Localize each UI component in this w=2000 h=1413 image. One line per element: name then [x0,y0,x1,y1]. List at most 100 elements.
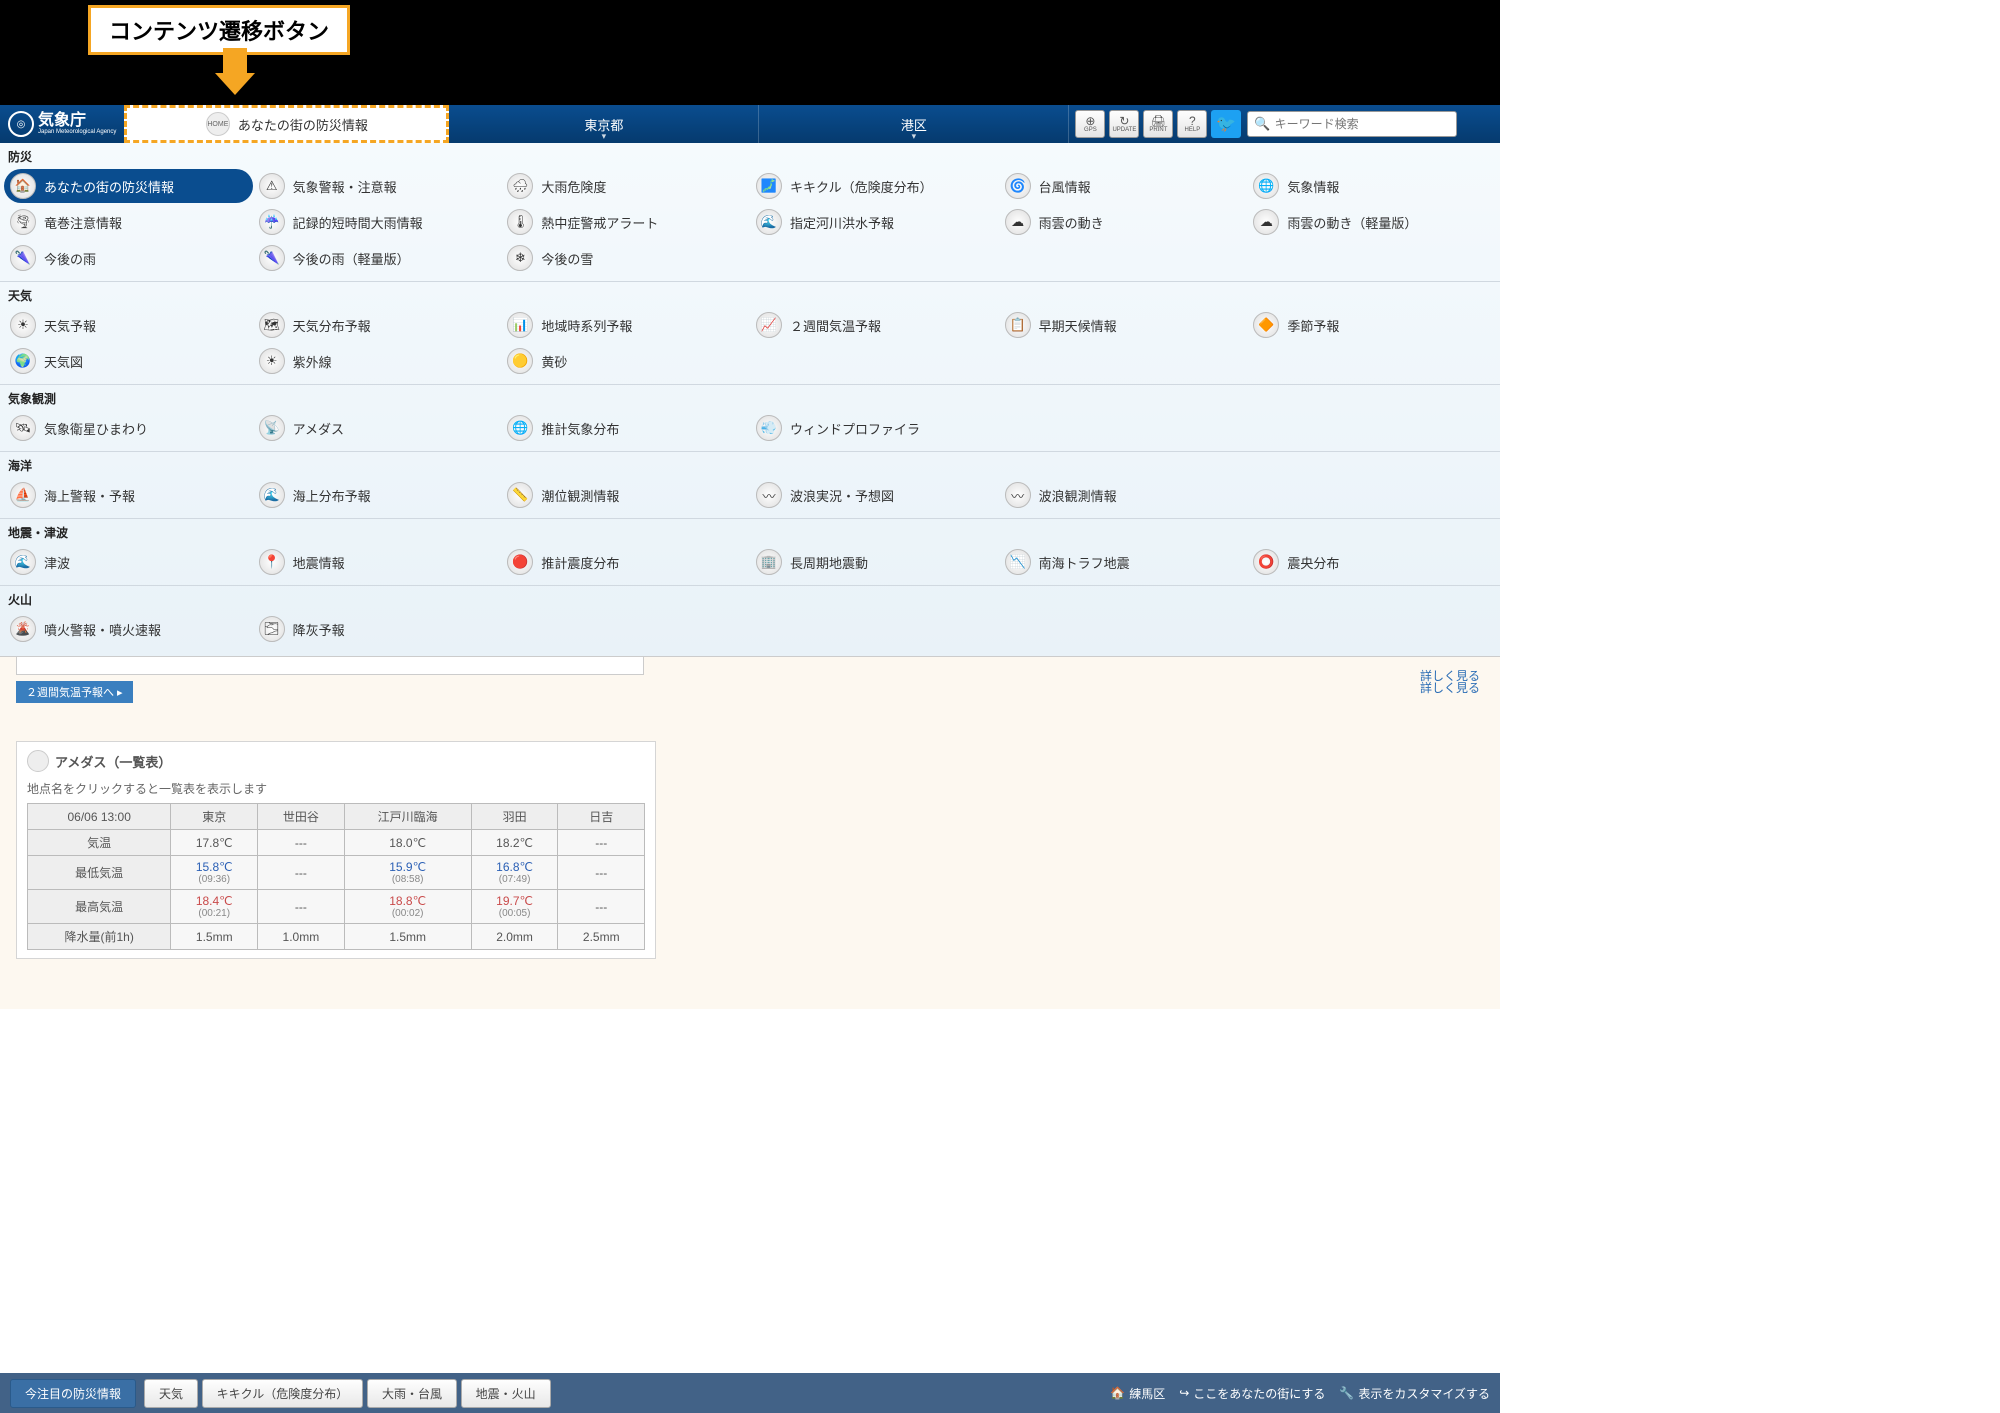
menu-item-icon: 📡 [259,415,285,441]
tab-home[interactable]: HOME あなたの街の防災情報 [124,105,449,143]
table-cell: 19.7℃(00:05) [471,890,558,924]
table-location-header[interactable]: 江戸川臨海 [344,804,471,830]
menu-item[interactable]: 📊地域時系列予報 [501,308,750,342]
footer-location[interactable]: 🏠練馬区 [1110,1385,1165,1402]
logo-icon: ◎ [8,111,34,137]
menu-item[interactable]: ⚠気象警報・注意報 [253,169,502,203]
menu-item[interactable]: 📈２週間気温予報 [750,308,999,342]
table-location-header[interactable]: 日吉 [558,804,645,830]
print-button[interactable]: 🖨PRINT [1143,110,1173,138]
menu-item[interactable]: 🌀台風情報 [999,169,1248,203]
menu-item-label: 波浪実況・予想図 [790,486,894,505]
menu-item[interactable]: 🗾キキクル（危険度分布） [750,169,999,203]
menu-item[interactable]: 🌂今後の雨 [4,241,253,275]
table-cell: --- [258,856,344,890]
menu-item[interactable]: ☁雨雲の動き [999,205,1248,239]
callout-label: コンテンツ遷移ボタン [88,5,350,55]
menu-item[interactable]: ☔記録的短時間大雨情報 [253,205,502,239]
menu-item[interactable]: 🌡熱中症警戒アラート [501,205,750,239]
menu-item[interactable]: 〰波浪実況・予想図 [750,478,999,512]
menu-item[interactable]: ☀紫外線 [253,344,502,378]
amedas-title: アメダス（一覧表） [55,752,171,771]
menu-item[interactable]: 🌂今後の雨（軽量版） [253,241,502,275]
footer-primary-button[interactable]: 今注目の防災情報 [10,1379,136,1408]
menu-item[interactable]: 📋早期天候情報 [999,308,1248,342]
menu-item[interactable]: 🌊海上分布予報 [253,478,502,512]
section-title: 海洋 [0,452,1500,476]
update-button[interactable]: ↻UPDATE [1109,110,1139,138]
gps-icon: ⊕ [1085,115,1095,127]
menu-item-label: 大雨危険度 [541,177,606,196]
menu-item[interactable]: 🌪竜巻注意情報 [4,205,253,239]
menu-item[interactable]: 🗺天気分布予報 [253,308,502,342]
menu-item[interactable]: 🏠あなたの街の防災情報 [4,169,253,203]
menu-item[interactable]: ☁雨雲の動き（軽量版） [1247,205,1496,239]
table-row: 最低気温15.8℃(09:36)---15.9℃(08:58)16.8℃(07:… [28,856,645,890]
table-cell: 18.2℃ [471,830,558,856]
table-cell: --- [258,890,344,924]
menu-item-label: 推計気象分布 [541,419,619,438]
menu-item-label: 推計震度分布 [541,553,619,572]
footer-button[interactable]: 天気 [144,1379,198,1408]
menu-item[interactable]: ⛵海上警報・予報 [4,478,253,512]
update-icon: ↻ [1119,115,1129,127]
menu-item-icon: 🗾 [756,173,782,199]
logo[interactable]: ◎ 気象庁 Japan Meteorological Agency [0,105,124,143]
menu-item[interactable]: 🔶 季節予報 [1247,308,1496,342]
footer-customize[interactable]: 🔧表示をカスタマイズする [1339,1385,1490,1402]
menu-item[interactable]: 🌧大雨危険度 [501,169,750,203]
two-week-forecast-link[interactable]: ２週間気温予報へ [16,681,133,703]
menu-item[interactable]: 🛰気象衛星ひまわり [4,411,253,445]
menu-item[interactable]: 🌊指定河川洪水予報 [750,205,999,239]
table-cell: 18.4℃(00:21) [171,890,258,924]
menu-item[interactable]: 💨ウィンドプロファイラ [750,411,999,445]
menu-item[interactable]: 🟡黄砂 [501,344,750,378]
menu-item-icon: ☔ [259,209,285,235]
home-icon: 🏠 [1110,1386,1125,1400]
menu-item[interactable]: ☀天気予報 [4,308,253,342]
menu-item[interactable]: 🌐推計気象分布 [501,411,750,445]
footer-button[interactable]: 大雨・台風 [367,1379,457,1408]
row-label: 気温 [28,830,171,856]
menu-item[interactable]: 📏潮位観測情報 [501,478,750,512]
table-location-header[interactable]: 羽田 [471,804,558,830]
menu-item[interactable]: 📍地震情報 [253,545,502,579]
menu-item[interactable]: 〰波浪観測情報 [999,478,1248,512]
menu-item[interactable]: 🌊津波 [4,545,253,579]
menu-item-label: 長周期地震動 [790,553,868,572]
table-cell: 16.8℃(07:49) [471,856,558,890]
gps-button[interactable]: ⊕GPS [1075,110,1105,138]
table-location-header[interactable]: 東京 [171,804,258,830]
menu-item-label: 気象警報・注意報 [293,177,397,196]
help-button[interactable]: ?HELP [1177,110,1207,138]
menu-item[interactable]: 🌐気象情報 [1247,169,1496,203]
table-cell: 1.5mm [344,924,471,950]
detail-link-right[interactable]: 詳しく見る [1420,667,1480,684]
menu-item[interactable]: 📉南海トラフ地震 [999,545,1248,579]
menu-item-icon: 〰 [1005,482,1031,508]
menu-item[interactable]: ⭕震央分布 [1247,545,1496,579]
menu-item-label: 季節予報 [1287,316,1339,335]
menu-item[interactable]: 🌫降灰予報 [253,612,502,646]
menu-item[interactable]: 🔴推計震度分布 [501,545,750,579]
table-cell: --- [558,856,645,890]
menu-item-icon: 🌋 [10,616,36,642]
menu-item[interactable]: 🌋噴火警報・噴火速報 [4,612,253,646]
menu-item[interactable]: 🏢長周期地震動 [750,545,999,579]
twitter-button[interactable]: 🐦 [1211,110,1241,138]
footer-button[interactable]: キキクル（危険度分布） [202,1379,364,1408]
menu-item[interactable]: 📡アメダス [253,411,502,445]
footer-set-home[interactable]: ↪ここをあなたの街にする [1179,1385,1325,1402]
menu-item-icon: ☀ [10,312,36,338]
footer-button[interactable]: 地震・火山 [461,1379,551,1408]
search-input[interactable] [1275,117,1451,131]
menu-item-icon: 🔶 [1253,312,1279,338]
menu-item-label: 地域時系列予報 [541,316,632,335]
table-row: 降水量(前1h)1.5mm1.0mm1.5mm2.0mm2.5mm [28,924,645,950]
menu-item[interactable]: 🌍天気図 [4,344,253,378]
table-location-header[interactable]: 世田谷 [258,804,344,830]
menu-item[interactable]: ❄今後の雪 [501,241,750,275]
tab-region-1[interactable]: 東京都 [449,105,759,143]
tab-region-2[interactable]: 港区 [759,105,1069,143]
search-box[interactable]: 🔍 [1247,111,1457,137]
